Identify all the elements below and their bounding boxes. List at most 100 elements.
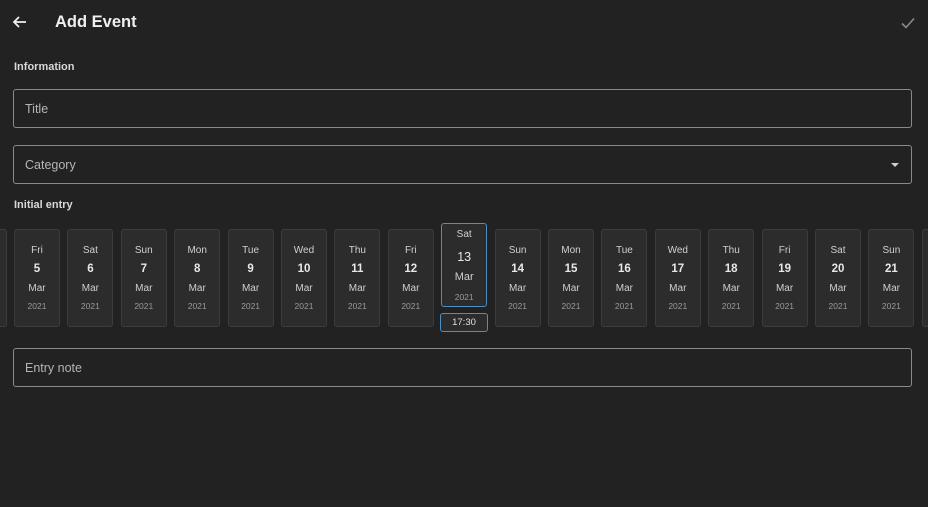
date-month: Mar (241, 283, 260, 294)
date-month: Mar (454, 271, 474, 283)
date-day: 6 (87, 263, 94, 275)
date-day: 15 (564, 263, 578, 275)
date-card[interactable]: Fri 19 Mar 2021 (761, 229, 808, 327)
date-dow: Fri (31, 245, 43, 256)
date-month: Mar (882, 283, 900, 294)
date-day: 5 (33, 263, 41, 275)
date-dow: Sat (82, 245, 98, 256)
date-day: 13 (457, 250, 472, 264)
date-card[interactable]: Mon 8 Mar 2021 (174, 229, 221, 327)
date-dow: Fri (404, 245, 417, 256)
date-year: 2021 (881, 301, 901, 311)
back-arrow-icon[interactable] (10, 12, 30, 32)
date-dow: Tue (615, 245, 633, 256)
date-year: 2021 (508, 301, 528, 311)
date-day: 17 (671, 263, 685, 275)
date-day: 11 (351, 263, 364, 275)
date-month: Mar (615, 283, 633, 294)
date-month: Mar (775, 283, 794, 294)
date-year: 2021 (614, 301, 634, 311)
date-card[interactable]: Thu 11 Mar 2021 (334, 229, 381, 327)
date-day: 19 (778, 263, 791, 275)
date-dow: Fri (778, 245, 791, 256)
date-card[interactable]: Tue 9 Mar 2021 (227, 229, 274, 327)
date-year: 2021 (80, 301, 100, 311)
date-card-selected[interactable]: Sat 13 Mar 2021 (441, 223, 488, 307)
category-placeholder: Category (25, 158, 76, 172)
date-dow: Mon (187, 245, 207, 256)
date-year: 2021 (721, 301, 741, 311)
date-card[interactable]: Sat 20 Mar 2021 (815, 229, 861, 327)
date-dow: Wed (667, 245, 688, 256)
date-card[interactable]: Sun 14 Mar 2021 (494, 229, 541, 327)
date-month: Mar (508, 283, 527, 294)
date-year: 2021 (668, 301, 688, 311)
check-icon[interactable] (898, 13, 918, 33)
date-card[interactable]: Fri 5 Mar 2021 (14, 229, 60, 327)
date-day: 14 (511, 263, 524, 275)
date-dow: Sun (134, 245, 153, 256)
date-card[interactable]: Sun 7 Mar 2021 (120, 229, 167, 327)
date-year: 2021 (828, 301, 848, 311)
date-card[interactable]: Thu 18 Mar 2021 (708, 229, 755, 327)
date-year: 2021 (454, 292, 474, 302)
date-day: 10 (297, 263, 311, 275)
date-month: Mar (669, 283, 687, 294)
information-heading: Information (14, 61, 75, 73)
date-year: 2021 (187, 301, 207, 311)
date-year: 2021 (134, 301, 154, 311)
time-button[interactable]: 17:30 (440, 313, 488, 332)
date-card[interactable]: Fri 12 Mar 2021 (387, 229, 434, 327)
date-month: Mar (81, 283, 99, 294)
date-day: 20 (831, 263, 845, 275)
date-year: 2021 (27, 301, 47, 311)
initial-entry-heading: Initial entry (14, 199, 73, 211)
date-day: 12 (404, 263, 418, 275)
date-card[interactable]: Sun 21 Mar 2021 (868, 229, 915, 327)
entry-note-input[interactable]: Entry note (13, 348, 912, 387)
date-dow: Mon (561, 245, 581, 256)
date-day: 21 (884, 263, 898, 275)
date-year: 2021 (401, 301, 421, 311)
date-dow: Tue (242, 245, 260, 256)
date-year: 2021 (775, 301, 795, 311)
date-card[interactable]: Sat 6 Mar 2021 (67, 229, 114, 327)
date-card[interactable]: Mon 15 Mar 2021 (548, 229, 594, 327)
date-year: 2021 (561, 301, 581, 311)
date-month: Mar (562, 283, 580, 294)
entry-note-placeholder: Entry note (25, 361, 82, 375)
date-dow: Sat (456, 229, 472, 240)
date-dow: Wed (293, 245, 315, 256)
date-card-partial[interactable] (922, 229, 928, 327)
title-placeholder: Title (25, 102, 49, 116)
page-title: Add Event (55, 13, 137, 31)
title-input[interactable]: Title (13, 89, 912, 128)
date-dow: Sun (882, 245, 901, 256)
date-month: Mar (188, 283, 206, 294)
date-card[interactable]: Tue 16 Mar 2021 (601, 229, 648, 327)
date-dow: Sun (508, 245, 527, 256)
date-month: Mar (402, 283, 420, 294)
date-day: 9 (247, 263, 254, 275)
date-month: Mar (829, 283, 847, 294)
date-month: Mar (28, 283, 46, 294)
date-month: Mar (348, 283, 366, 294)
date-day: 8 (193, 263, 201, 275)
date-dow: Thu (722, 245, 740, 256)
category-select[interactable]: Category (13, 145, 912, 184)
date-month: Mar (295, 283, 313, 294)
dropdown-caret-icon (891, 163, 899, 167)
date-card[interactable]: Wed 17 Mar 2021 (654, 229, 701, 327)
date-day: 16 (617, 263, 631, 275)
date-dow: Sat (830, 245, 846, 256)
date-day: 7 (140, 263, 147, 275)
date-card[interactable]: Wed 10 Mar 2021 (281, 229, 327, 327)
date-day: 18 (724, 263, 738, 275)
date-year: 2021 (241, 301, 261, 311)
date-card-partial[interactable] (0, 229, 7, 327)
date-year: 2021 (294, 301, 314, 311)
date-month: Mar (722, 283, 740, 294)
date-dow: Thu (348, 245, 366, 256)
date-month: Mar (135, 283, 153, 294)
date-year: 2021 (347, 301, 367, 311)
